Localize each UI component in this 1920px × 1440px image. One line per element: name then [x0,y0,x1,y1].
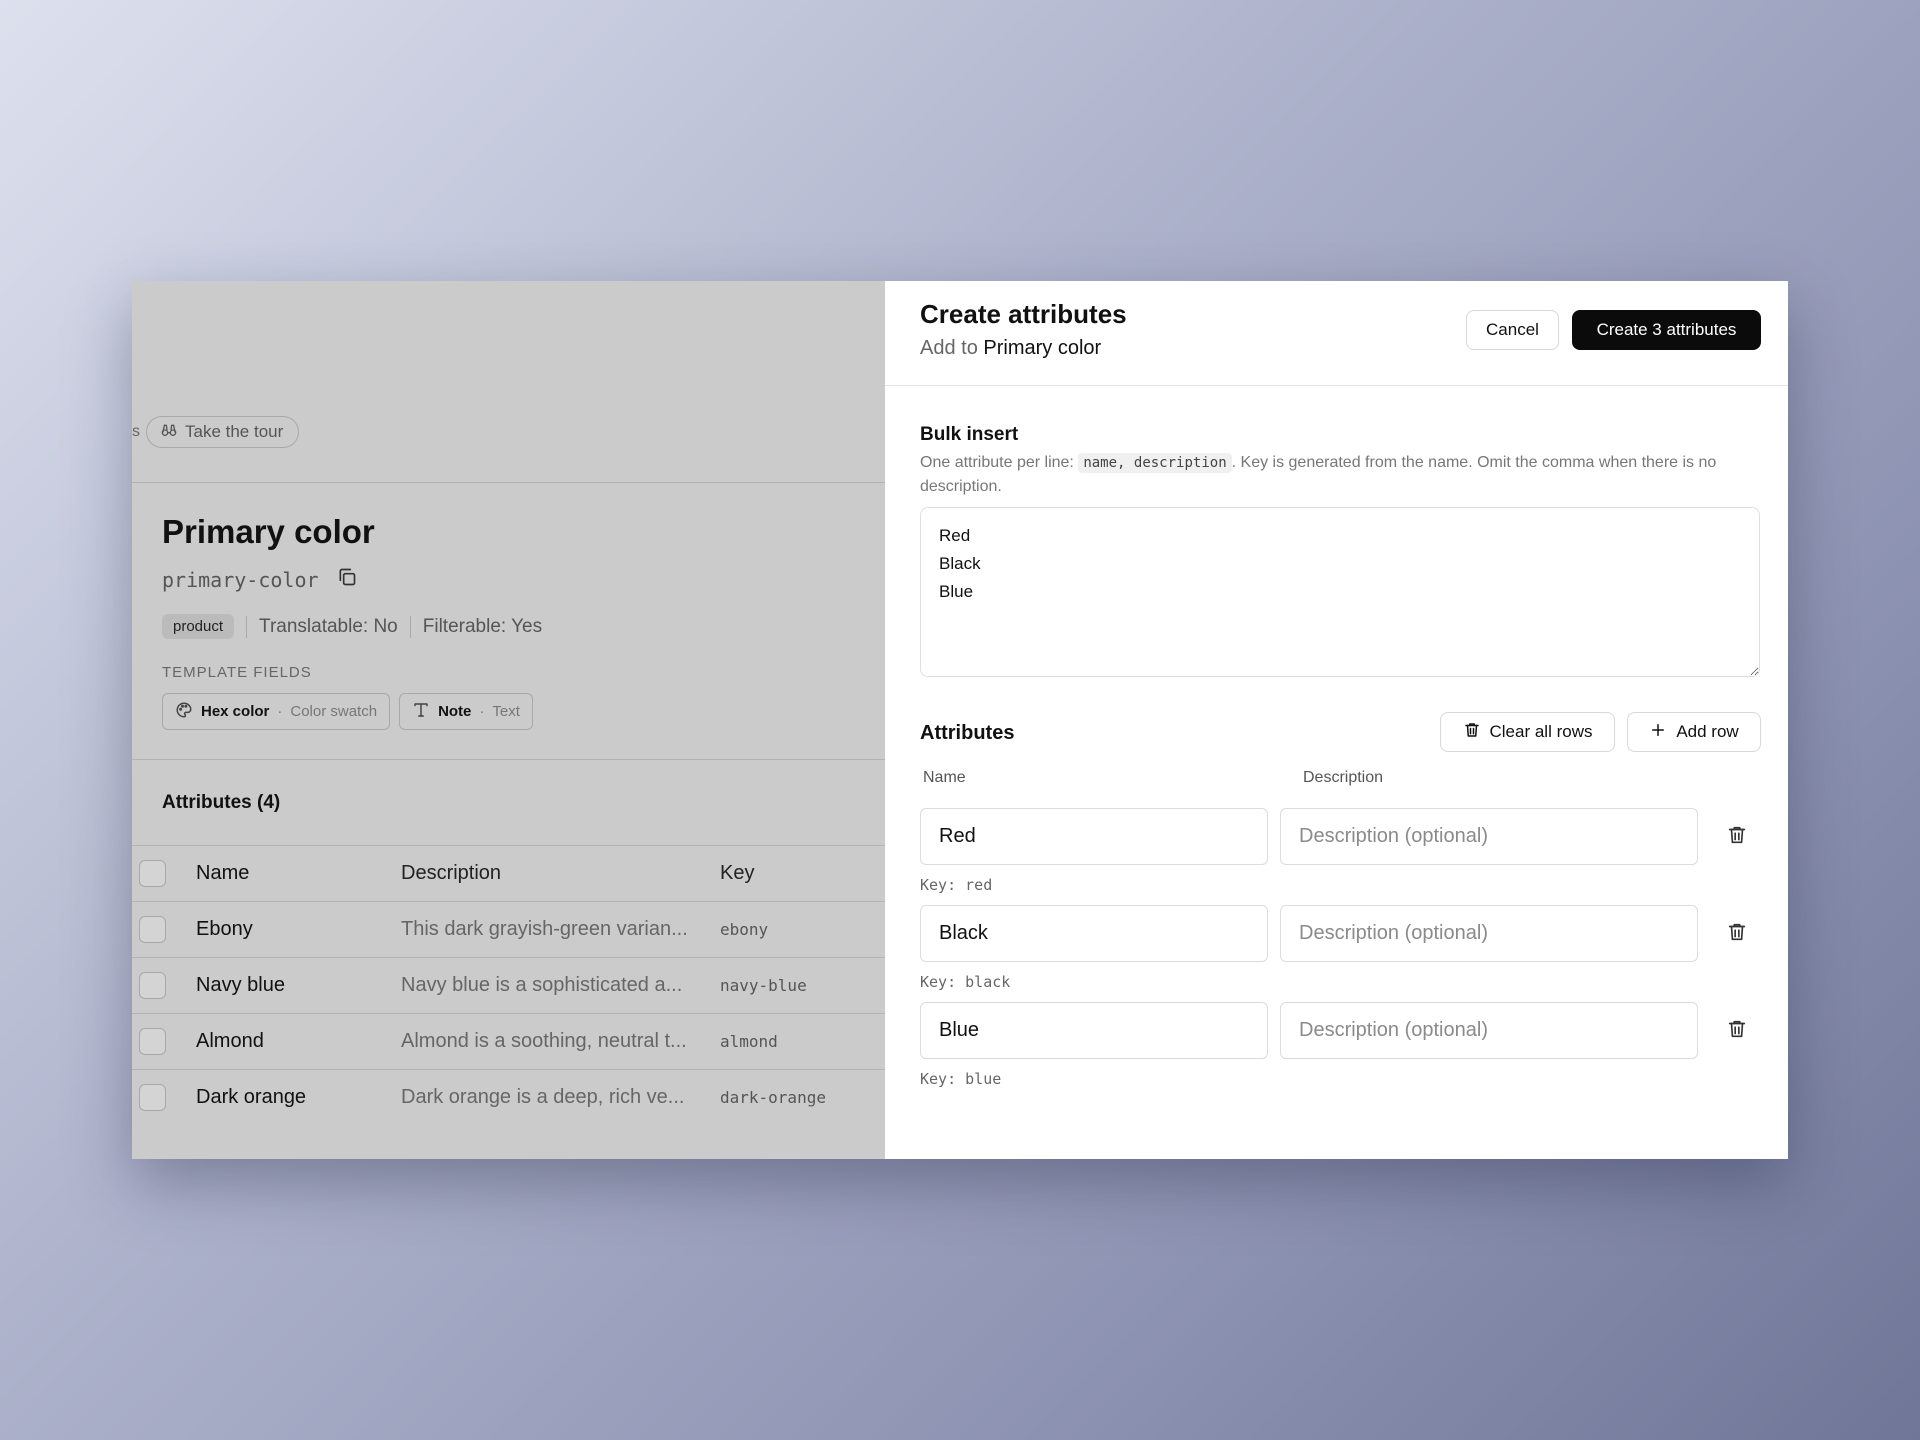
attribute-description-input[interactable] [1280,1002,1698,1059]
subtitle-target: Primary color [983,337,1102,359]
panel-header: Create attributes Add to Primary color C… [885,281,1788,386]
text-type-icon [412,701,430,723]
cell-name: Almond [196,1030,264,1052]
generated-key: Key: blue [920,1070,1002,1088]
filterable-status: Filterable: Yes [422,615,543,637]
cell-description: Navy blue is a sophisticated a... [401,974,683,996]
attribute-description-input[interactable] [1280,808,1698,865]
separator-dot: · [277,703,283,720]
template-field-name: Hex color [201,703,270,720]
divider [246,615,248,638]
select-all-checkbox[interactable] [139,860,166,887]
cell-key: ebony [720,920,769,939]
cell-description: Dark orange is a deep, rich ve... [401,1086,685,1108]
table-row[interactable]: Navy blue Navy blue is a sophisticated a… [132,957,885,1013]
divider [132,482,885,483]
table-header-row: Name Description Key [132,845,885,901]
bulk-insert-help: One attribute per line: name, descriptio… [920,451,1760,498]
scope-badge: product [162,614,235,639]
attribute-row: Key: black [920,905,1780,1002]
column-header-name: Name [923,769,966,786]
trash-icon [1463,721,1481,744]
attribute-row: Key: red [920,808,1780,905]
create-attributes-panel: Create attributes Add to Primary color C… [885,281,1788,1159]
subtitle-prefix: Add to [920,337,978,359]
attribute-detail-page: s Take the tour Primary color primary-co… [132,281,885,1159]
divider [409,615,411,638]
translatable-status: Translatable: No [259,615,398,637]
clear-all-rows-label: Clear all rows [1489,722,1593,741]
attributes-section-title: Attributes [920,722,1015,744]
template-fields: Hex color · Color swatch Note · Text [162,693,533,730]
format-code: name, description [1078,453,1232,473]
template-field-chip[interactable]: Hex color · Color swatch [162,693,391,730]
slug-text: primary-color [162,567,319,592]
panel-title: Create attributes [920,299,1127,329]
panel-subtitle: Add to Primary color [920,337,1101,360]
app-window: s Take the tour Primary color primary-co… [132,281,1788,1159]
bulk-insert-textarea[interactable]: Red Black Blue [920,507,1760,677]
template-fields-label: TEMPLATE FIELDS [162,664,312,681]
toolbar-row: s Take the tour [132,416,300,448]
cell-name: Navy blue [196,974,285,996]
generated-key: Key: red [920,876,993,894]
bulk-insert-title: Bulk insert [920,424,1019,445]
add-row-button[interactable]: Add row [1627,712,1761,752]
table-row[interactable]: Almond Almond is a soothing, neutral t..… [132,1013,885,1069]
generated-key: Key: black [920,973,1011,991]
attributes-table: Name Description Key Ebony This dark gra… [132,845,885,1125]
meta-row: product Translatable: No Filterable: Yes [162,614,542,639]
cell-description: This dark grayish-green varian... [401,918,688,940]
attribute-name-input[interactable] [920,905,1268,962]
attribute-description-input[interactable] [1280,905,1698,962]
separator-dot: · [479,703,485,720]
binoculars-icon [161,422,177,443]
delete-row-icon[interactable] [1723,1015,1751,1043]
cell-name: Dark orange [196,1086,307,1108]
template-field-chip[interactable]: Note · Text [399,693,533,730]
slug-row: primary-color [162,567,357,592]
truncated-toolbar-item: s [132,423,140,440]
cell-key: navy-blue [720,976,807,995]
cell-key: almond [720,1032,778,1051]
copy-icon[interactable] [337,567,357,592]
attribute-name-input[interactable] [920,808,1268,865]
column-header-key: Key [720,862,755,884]
create-attributes-button[interactable]: Create 3 attributes [1572,310,1761,350]
cell-name: Ebony [196,918,253,940]
cancel-button[interactable]: Cancel [1466,310,1559,350]
template-field-type: Text [492,703,520,720]
palette-icon [175,701,193,723]
row-checkbox[interactable] [139,972,166,999]
attributes-heading: Attributes (4) [162,792,281,813]
plus-icon [1649,721,1667,744]
delete-row-icon[interactable] [1723,821,1751,849]
cell-description: Almond is a soothing, neutral t... [401,1030,687,1052]
help-text: One attribute per line: [920,454,1074,471]
take-tour-label: Take the tour [185,422,284,441]
delete-row-icon[interactable] [1723,918,1751,946]
template-field-name: Note [438,703,472,720]
row-checkbox[interactable] [139,916,166,943]
table-row[interactable]: Ebony This dark grayish-green varian... … [132,901,885,957]
table-row[interactable]: Dark orange Dark orange is a deep, rich … [132,1069,885,1125]
attribute-row: Key: blue [920,1002,1780,1099]
column-header-description: Description [401,862,502,884]
page-title: Primary color [162,513,375,550]
row-checkbox[interactable] [139,1084,166,1111]
template-field-type: Color swatch [290,703,378,720]
clear-all-rows-button[interactable]: Clear all rows [1440,712,1615,752]
take-tour-button[interactable]: Take the tour [146,416,300,448]
cell-key: dark-orange [720,1088,826,1107]
column-header-name: Name [196,862,250,884]
attribute-name-input[interactable] [920,1002,1268,1059]
add-row-label: Add row [1676,722,1739,741]
row-checkbox[interactable] [139,1028,166,1055]
column-header-description: Description [1303,769,1384,786]
divider [132,759,885,760]
